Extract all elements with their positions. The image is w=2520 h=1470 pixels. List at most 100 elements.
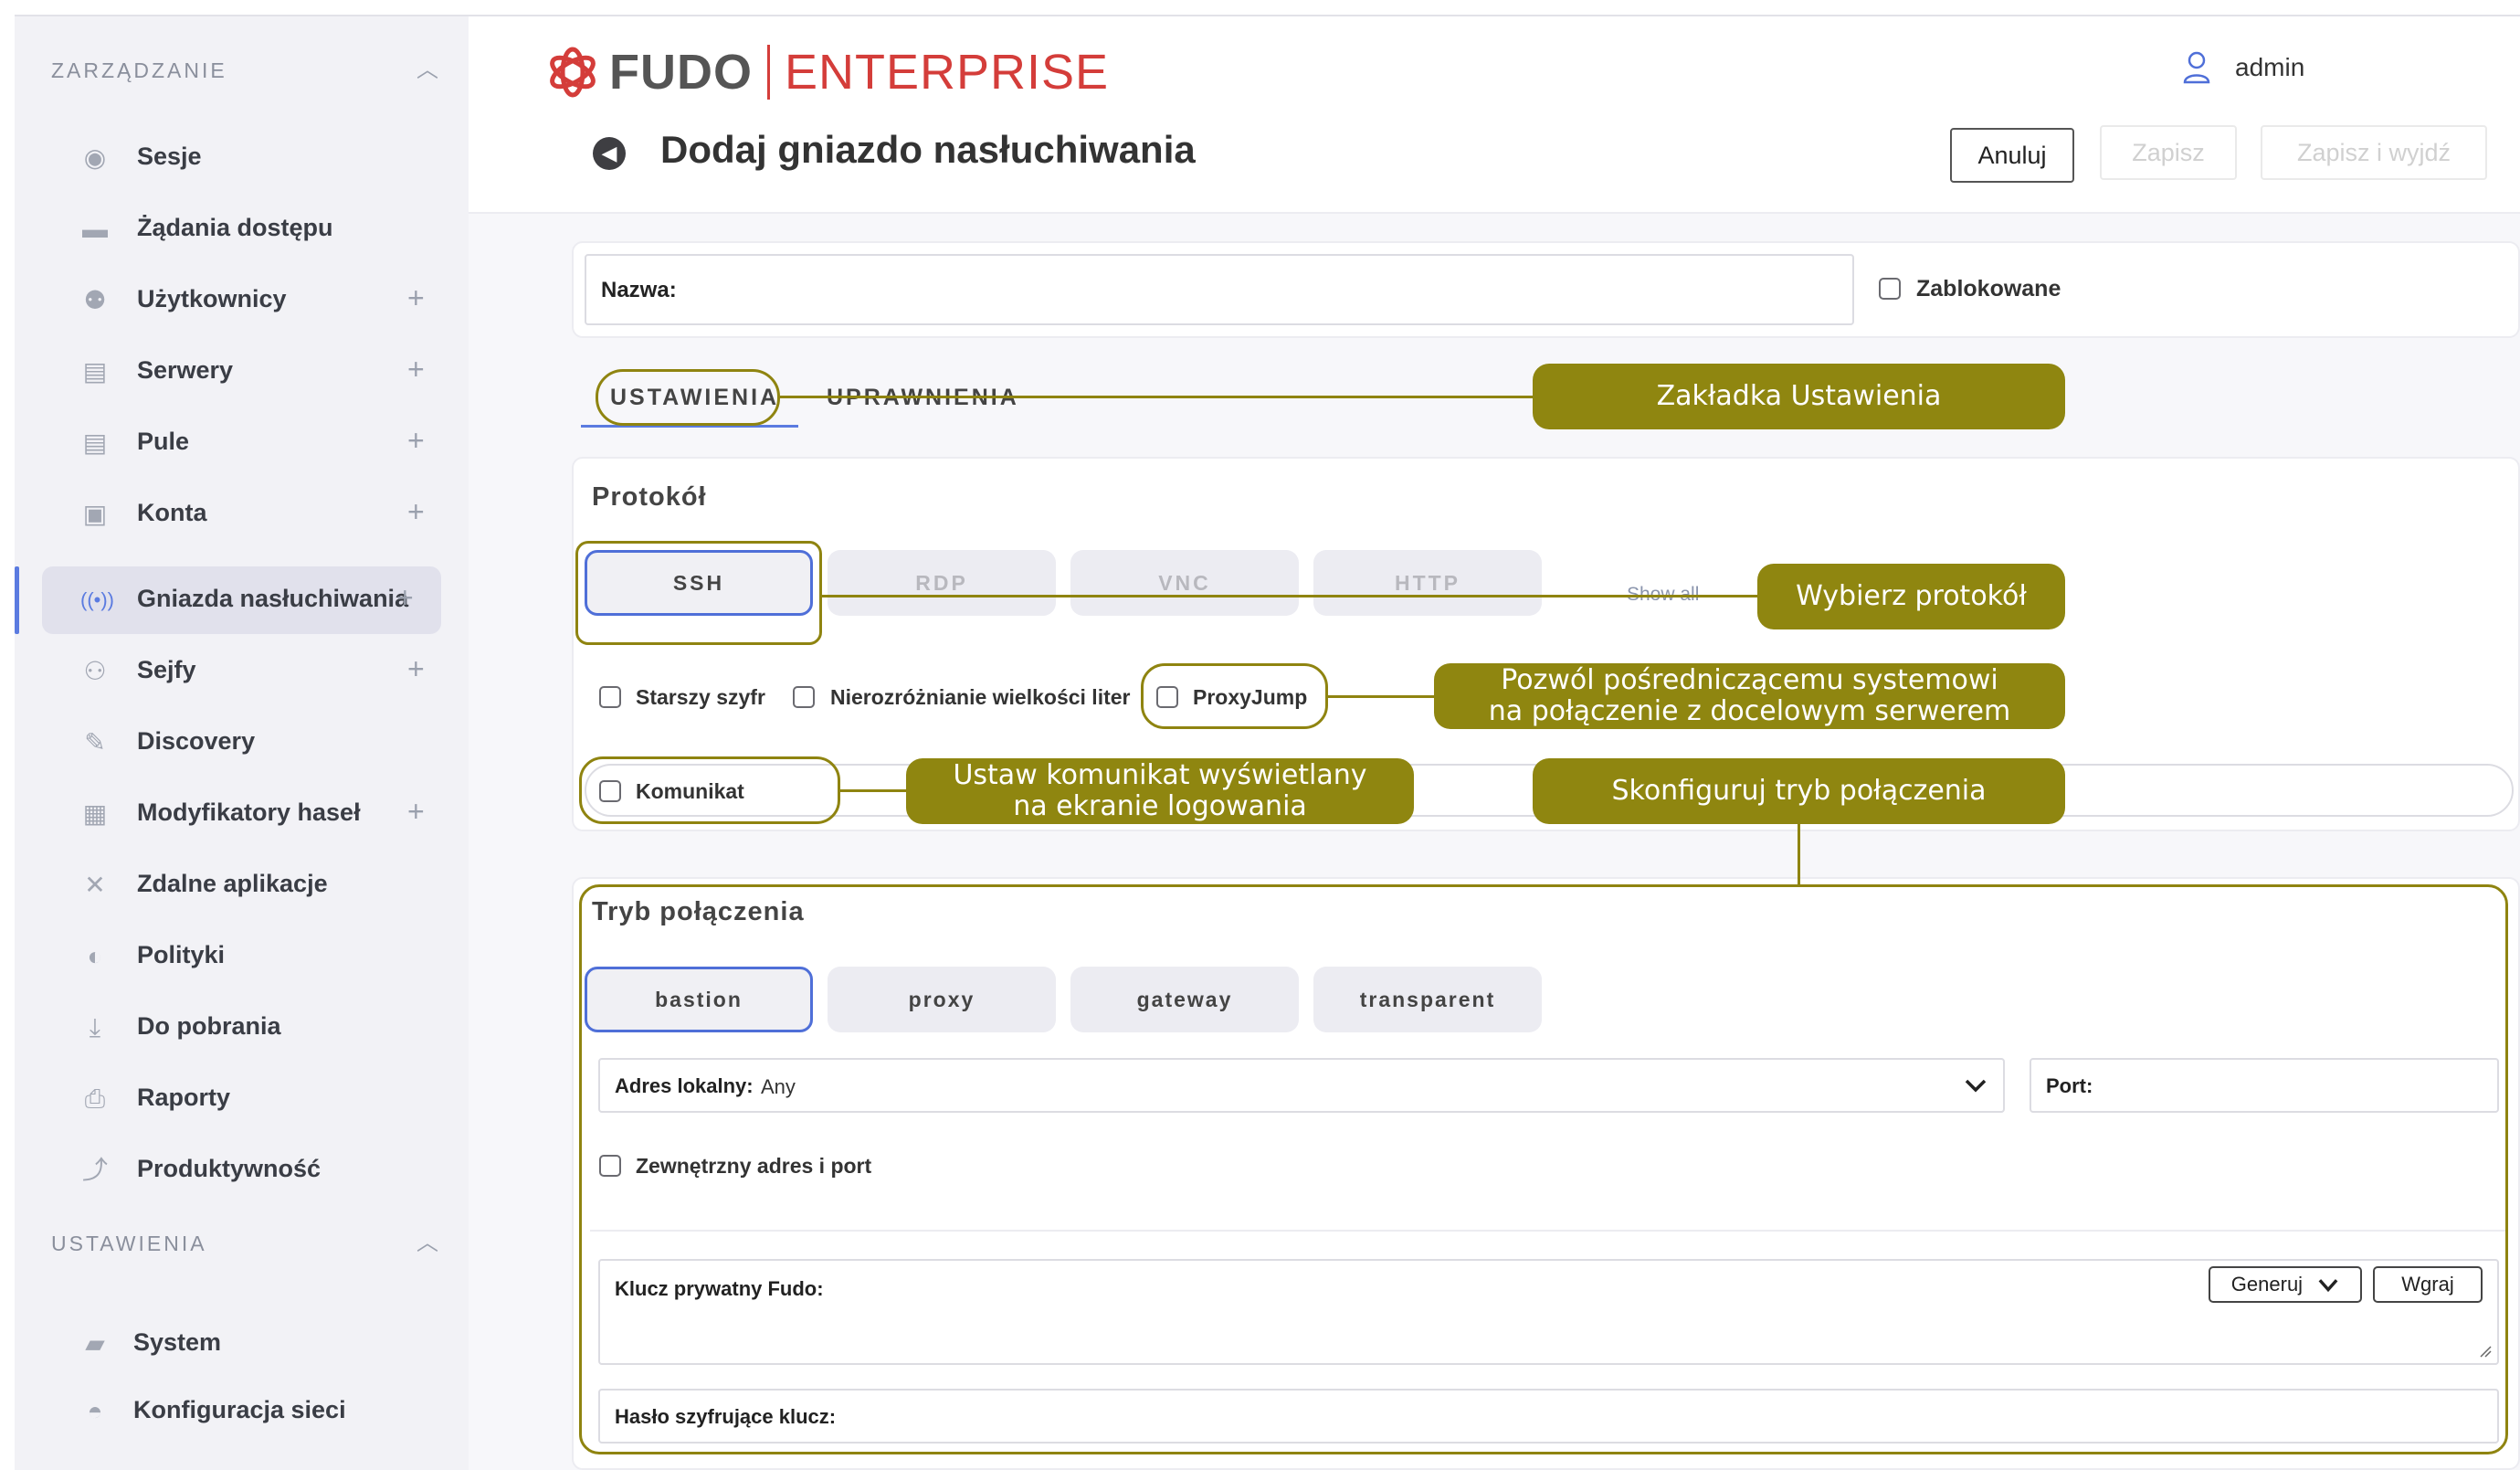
sidebar-item-sejfy[interactable]: ⚇ Sejfy + [42,638,441,705]
message-highlight [579,756,840,824]
sidebar-item-polityki[interactable]: ◐ Polityki [42,923,441,990]
sidebar-item-sesje[interactable]: ◉ Sesje [42,124,441,192]
logo: FUDO ENTERPRISE [545,40,1109,104]
cancel-button[interactable]: Anuluj [1950,128,2074,183]
save-and-exit-button[interactable]: Zapisz i wyjdź [2261,125,2487,180]
callout-proxyjump-line1: Pozwól pośredniczącemu systemowi [1501,664,1998,696]
user-icon [2183,51,2210,84]
protocol-rdp-button[interactable]: RDP [828,550,1056,616]
callout-choose-protocol-text: Wybierz protokół [1796,580,2027,612]
users-icon: ⚉ [83,286,107,314]
proxyjump-connector [1328,695,1435,698]
collapse-settings-icon[interactable]: ︿ [416,1224,438,1256]
protocol-vnc-button[interactable]: VNC [1070,550,1299,616]
network-icon: ◓ [87,1397,103,1425]
name-label: Nazwa: [601,278,677,302]
sidebar-item-label: Pule [137,428,190,455]
access-requests-icon: ▬ [82,215,108,243]
sidebar-item-label: Produktywność [137,1155,322,1182]
fudo-logo-icon [550,47,596,98]
sidebar-item-label: Discovery [137,727,256,755]
productivity-icon: ⤴ [81,1156,108,1184]
policies-icon: ◐ [87,942,103,970]
sidebar-item-label: System [133,1328,222,1356]
logo-enterprise-text: ENTERPRISE [784,45,1110,100]
active-indicator [15,566,19,634]
sidebar-item-discovery[interactable]: ✎ Discovery [42,709,441,777]
sidebar-item-gniazda-nasluchiwania[interactable]: ((•)) Gniazda nasłuchiwania + [42,566,441,634]
sidebar-section-management: ZARZĄDZANIE [51,58,227,82]
blocked-label: Zablokowane [1916,276,2061,301]
servers-icon: ▤ [82,357,108,386]
safes-icon: ⚇ [83,657,107,685]
sidebar-item-do-pobrania[interactable]: ⤓ Do pobrania [42,994,441,1062]
listener-icon: ((•)) [80,588,115,611]
sidebar-item-modyfikatory-hasel[interactable]: ▦ Modyfikatory haseł + [42,780,441,848]
sidebar-item-uzytkownicy[interactable]: ⚉ Użytkownicy + [42,267,441,334]
callout-message-line1: Ustaw komunikat wyświetlany [953,759,1367,791]
sidebar-item-zdalne-aplikacje[interactable]: ✕ Zdalne aplikacje [42,851,441,919]
sidebar-item-pule[interactable]: ▤ Pule + [42,409,441,477]
sidebar-item-label: Do pobrania [137,1012,281,1040]
folder-icon: ▰ [85,1329,105,1358]
blocked-checkbox[interactable] [1879,278,1901,300]
sidebar-item-produktywnosc[interactable]: ⤴ Produktywność [42,1137,441,1204]
sidebar-item-system[interactable]: ▰ System [42,1310,441,1378]
settings-tab-highlight [596,369,780,426]
sidebar-item-label: Konta [137,499,207,526]
add-server-plus-icon[interactable]: + [407,353,425,386]
sidebar-item-konta[interactable]: ▣ Konta + [42,481,441,548]
message-connector [840,789,907,792]
back-arrow-icon[interactable]: ◀ [593,137,626,170]
callout-message: Ustaw komunikat wyświetlany na ekranie l… [906,758,1414,824]
protocol-http-button[interactable]: HTTP [1313,550,1542,616]
callout-connection-mode-text: Skonfiguruj tryb połączenia [1611,775,1987,807]
add-user-plus-icon[interactable]: + [407,281,425,315]
protocol-connector [822,595,1758,598]
sidebar-item-serwery[interactable]: ▤ Serwery + [42,338,441,406]
mode-connector [1798,824,1800,886]
page-title: Dodaj gniazdo nasłuchiwania [660,128,1196,171]
header: FUDO ENTERPRISE admin ◀ Dodaj gniazdo na… [469,16,2520,214]
add-safe-plus-icon[interactable]: + [407,652,425,686]
user-menu[interactable]: admin [2182,51,2304,84]
sidebar-item-raporty[interactable]: ⎙ Raporty [42,1065,441,1133]
sidebar-item-zadania-dostepu[interactable]: ▬ Żądania dostępu [42,196,441,263]
sidebar-item-label: Zdalne aplikacje [137,870,328,897]
pools-icon: ▤ [82,428,108,457]
reports-icon: ⎙ [84,1084,106,1113]
save-button[interactable]: Zapisz [2100,125,2237,180]
connection-mode-highlight [579,884,2508,1454]
sidebar: ZARZĄDZANIE ︿ ◉ Sesje ▬ Żądania dostępu … [15,15,469,1470]
sidebar-item-label: Konfiguracja sieci [133,1396,346,1423]
add-account-plus-icon[interactable]: + [407,495,425,529]
sidebar-item-label: Modyfikatory haseł [137,798,361,826]
callout-settings-tab-text: Zakładka Ustawienia [1656,380,1942,412]
add-listener-plus-icon[interactable]: + [396,581,414,615]
protocol-title: Protokół [592,482,707,512]
add-password-changer-plus-icon[interactable]: + [407,795,425,829]
sidebar-item-label: Użytkownicy [137,285,287,312]
password-changers-icon: ▦ [82,799,108,828]
download-icon: ⤓ [89,1013,101,1042]
callout-proxyjump: Pozwól pośredniczącemu systemowi na połą… [1434,663,2065,729]
sidebar-item-label: Serwery [137,356,234,384]
discovery-icon: ✎ [84,728,106,756]
collapse-management-icon[interactable]: ︿ [416,51,438,83]
remote-apps-icon: ✕ [84,871,106,899]
case-insensitive-checkbox[interactable] [793,686,815,708]
callout-connection-mode: Skonfiguruj tryb połączenia [1533,758,2065,824]
sessions-icon: ◉ [83,143,107,172]
sidebar-item-label: Sejfy [137,656,196,683]
logo-fudo-text: FUDO [609,45,753,100]
legacy-cipher-checkbox[interactable] [599,686,621,708]
add-pool-plus-icon[interactable]: + [407,424,425,458]
case-insensitive-label: Nierozróżnianie wielkości liter [830,685,1131,709]
screen: ZARZĄDZANIE ︿ ◉ Sesje ▬ Żądania dostępu … [0,0,2520,1470]
sidebar-item-konfiguracja-sieci[interactable]: ◓ Konfiguracja sieci [42,1378,441,1445]
sidebar-item-label: Sesje [137,143,202,170]
name-field[interactable]: Nazwa: [585,254,1854,325]
callout-message-line2: na ekranie logowania [1013,790,1307,822]
user-name: admin [2235,53,2305,81]
sidebar-item-label: Polityki [137,941,226,968]
